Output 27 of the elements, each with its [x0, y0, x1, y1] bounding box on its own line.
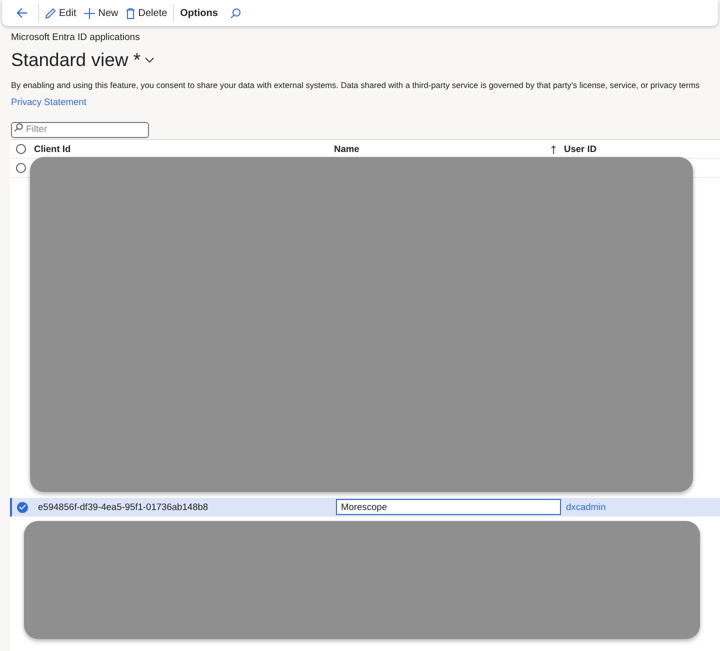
checked-icon[interactable]	[17, 502, 28, 512]
delete-button[interactable]: Delete	[122, 6, 172, 20]
column-header[interactable]: Name	[334, 144, 360, 154]
trash-icon	[126, 8, 136, 18]
pencil-icon	[45, 8, 56, 18]
consent-notice: By enabling and using this feature, you consent to share your data with external systems. Data shared with a third-party service is governed by that party's license, service, or privacy terms	[11, 80, 701, 90]
breadcrumb-title: Microsoft Entra ID applications	[11, 32, 141, 43]
user-link[interactable]: dxcadmin	[566, 502, 720, 512]
search-icon[interactable]	[230, 8, 241, 18]
select-all-radio[interactable]	[16, 144, 26, 154]
back-icon[interactable]	[16, 7, 28, 19]
table-row[interactable]: e594856f-df39-4ea5-95f1-01736ab148b8 Morescope dxcadmin	[10, 498, 720, 517]
view-title: Standard view *	[11, 49, 141, 71]
column-header[interactable]: Client Id	[34, 144, 71, 154]
chevron-down-icon[interactable]	[144, 57, 154, 63]
new-button[interactable]: New	[80, 6, 122, 20]
sort-arrow-icon[interactable]	[551, 144, 556, 154]
table-cell-text: e594856f-df39-4ea5-95f1-01736ab148b8	[37, 502, 210, 512]
search-icon	[14, 123, 23, 132]
row-radio[interactable]	[16, 163, 26, 173]
privacy-link[interactable]: Privacy Statement	[11, 97, 86, 107]
edit-button[interactable]: Edit	[41, 6, 80, 20]
column-header[interactable]: User ID	[564, 144, 597, 154]
plus-icon	[84, 8, 96, 18]
options-button[interactable]: Options	[176, 6, 222, 20]
filter-field[interactable]: Filter	[11, 122, 149, 138]
name-input-field[interactable]: Morescope	[336, 499, 561, 515]
